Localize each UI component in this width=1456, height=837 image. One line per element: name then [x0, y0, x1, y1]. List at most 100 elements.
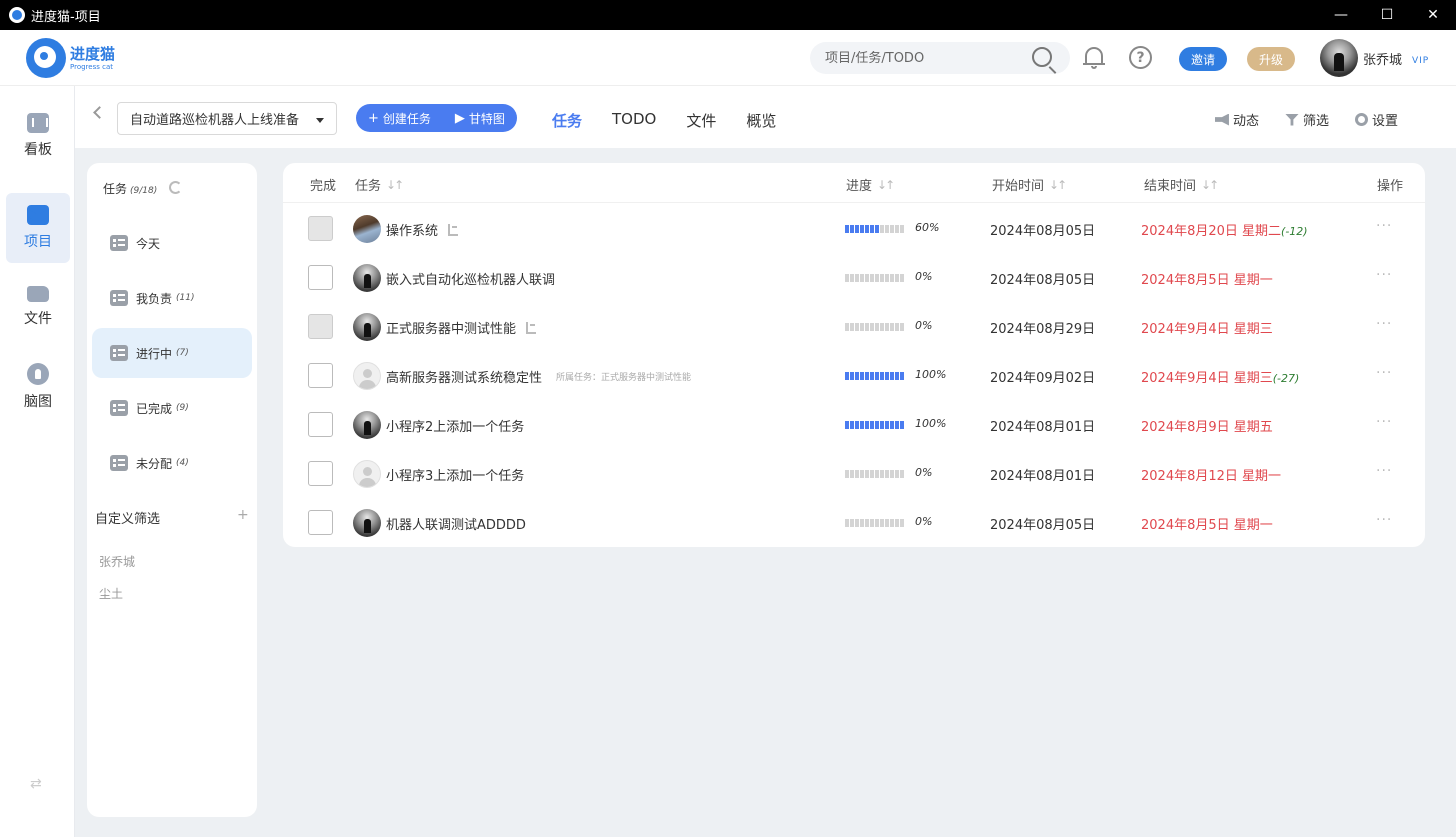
- progress-segment: [890, 372, 894, 380]
- toolbar-tools: 动态 筛选 设置: [1189, 110, 1398, 129]
- task-name[interactable]: 高新服务器测试系统稳定性 所属任务：正式服务器中测试性能: [386, 367, 691, 386]
- search-input[interactable]: [825, 50, 1025, 66]
- task-name[interactable]: 操作系统: [386, 220, 459, 239]
- complete-checkbox[interactable]: [308, 363, 333, 388]
- more-actions-icon[interactable]: ···: [1376, 512, 1392, 528]
- complete-checkbox[interactable]: [308, 265, 333, 290]
- progress-segment: [900, 421, 904, 429]
- app-header: 进度猫 Progress cat ? 邀请 升级 张乔城 VIP: [0, 30, 1456, 86]
- complete-checkbox[interactable]: [308, 314, 333, 339]
- assignee-avatar[interactable]: [353, 362, 381, 390]
- assignee-avatar[interactable]: [353, 264, 381, 292]
- filter-button[interactable]: 筛选: [1284, 110, 1329, 129]
- header-task[interactable]: 任务 ↓↑: [355, 175, 404, 195]
- progress-segment: [875, 519, 879, 527]
- rail-item-label: 文件: [24, 311, 52, 327]
- checklist-icon: [110, 400, 128, 416]
- progress-cell: 100%: [845, 368, 946, 381]
- project-select[interactable]: 自动道路巡检机器人上线准备: [117, 102, 337, 135]
- progress-segment: [880, 225, 884, 233]
- table-row[interactable]: 小程序2上添加一个任务 100% 2024年08月01日 2024年8月9日 星期五 ·…: [283, 400, 1425, 449]
- progress-segment: [845, 470, 849, 478]
- assignee-avatar[interactable]: [353, 215, 381, 243]
- progress-segment: [890, 323, 894, 331]
- complete-checkbox[interactable]: [308, 412, 333, 437]
- tab-tasks[interactable]: 任务: [552, 110, 582, 131]
- filter-item-mine[interactable]: 我负责 (11): [92, 273, 252, 323]
- filter-item-today[interactable]: 今天: [92, 218, 252, 268]
- tab-overview[interactable]: 概览: [746, 110, 776, 131]
- table-row[interactable]: 嵌入式自动化巡检机器人联调 0% 2024年08月05日 2024年8月5日 星期一 ·…: [283, 253, 1425, 302]
- custom-filter-user[interactable]: 张乔城: [99, 553, 135, 570]
- task-name[interactable]: 嵌入式自动化巡检机器人联调: [386, 269, 555, 288]
- progress-segment: [865, 470, 869, 478]
- bell-icon[interactable]: [1082, 45, 1106, 71]
- rail-item-dashboard[interactable]: 看板: [6, 101, 70, 171]
- table-row[interactable]: 高新服务器测试系统稳定性 所属任务：正式服务器中测试性能 100% 2024年09月0…: [283, 351, 1425, 400]
- minimize-button[interactable]: —: [1318, 0, 1364, 30]
- rail-item-projects[interactable]: 项目: [6, 193, 70, 263]
- table-row[interactable]: 机器人联调测试ADDDD 0% 2024年08月05日 2024年8月5日 星期一 ··…: [283, 498, 1425, 547]
- refresh-icon[interactable]: [169, 181, 182, 194]
- complete-checkbox[interactable]: [308, 510, 333, 535]
- back-chevron-icon[interactable]: [93, 106, 106, 119]
- assignee-avatar[interactable]: [353, 313, 381, 341]
- search-icon[interactable]: [1032, 47, 1052, 67]
- end-date: 2024年8月12日 星期一: [1141, 469, 1282, 484]
- progress-segment: [865, 225, 869, 233]
- help-icon[interactable]: ?: [1129, 46, 1152, 69]
- more-actions-icon[interactable]: ···: [1376, 316, 1392, 332]
- create-task-button[interactable]: + 创建任务: [356, 104, 443, 132]
- close-button[interactable]: ✕: [1410, 0, 1456, 30]
- tab-todo[interactable]: TODO: [612, 110, 656, 131]
- task-name[interactable]: 正式服务器中测试性能: [386, 318, 537, 337]
- assignee-avatar[interactable]: [353, 509, 381, 537]
- user-name[interactable]: 张乔城: [1363, 49, 1402, 68]
- header-start[interactable]: 开始时间 ↓↑: [992, 175, 1067, 195]
- maximize-button[interactable]: ☐: [1364, 0, 1410, 30]
- header-end[interactable]: 结束时间 ↓↑: [1144, 175, 1219, 195]
- filter-item-completed[interactable]: 已完成 (9): [92, 383, 252, 433]
- swap-icon[interactable]: ⇄: [30, 776, 42, 792]
- header-progress[interactable]: 进度 ↓↑: [846, 175, 895, 195]
- rail-item-label: 脑图: [24, 394, 52, 410]
- more-actions-icon[interactable]: ···: [1376, 365, 1392, 381]
- rail-item-label: 看板: [24, 142, 52, 158]
- end-date: 2024年8月9日 星期五: [1141, 420, 1273, 435]
- table-row[interactable]: 正式服务器中测试性能 0% 2024年08月29日 2024年9月4日 星期三 ···: [283, 302, 1425, 351]
- more-actions-icon[interactable]: ···: [1376, 218, 1392, 234]
- complete-checkbox[interactable]: [308, 461, 333, 486]
- assignee-avatar[interactable]: [353, 411, 381, 439]
- progress-segment: [900, 372, 904, 380]
- rail-item-mindmap[interactable]: 脑图: [6, 352, 70, 422]
- more-actions-icon[interactable]: ···: [1376, 463, 1392, 479]
- user-avatar[interactable]: [1320, 39, 1358, 77]
- upgrade-button[interactable]: 升级: [1247, 47, 1295, 71]
- gantt-button[interactable]: ▶ 甘特图: [443, 104, 517, 132]
- progress-segment: [855, 274, 859, 282]
- progress-segment: [850, 421, 854, 429]
- task-name[interactable]: 小程序3上添加一个任务: [386, 465, 524, 484]
- logo[interactable]: 进度猫 Progress cat: [26, 38, 115, 78]
- task-name[interactable]: 小程序2上添加一个任务: [386, 416, 524, 435]
- progress-segment: [865, 372, 869, 380]
- tab-files[interactable]: 文件: [686, 110, 716, 131]
- more-actions-icon[interactable]: ···: [1376, 414, 1392, 430]
- complete-checkbox[interactable]: [308, 216, 333, 241]
- progress-segment: [880, 274, 884, 282]
- invite-button[interactable]: 邀请: [1179, 47, 1227, 71]
- table-row[interactable]: 小程序3上添加一个任务 0% 2024年08月01日 2024年8月12日 星期一 ··…: [283, 449, 1425, 498]
- activity-button[interactable]: 动态: [1214, 110, 1259, 129]
- rail-item-files[interactable]: 文件: [6, 272, 70, 342]
- more-actions-icon[interactable]: ···: [1376, 267, 1392, 283]
- task-name[interactable]: 机器人联调测试ADDDD: [386, 514, 526, 533]
- table-row[interactable]: 操作系统 60% 2024年08月05日 2024年8月20日 星期二(-12) ···: [283, 204, 1425, 253]
- filter-item-unassigned[interactable]: 未分配 (4): [92, 438, 252, 488]
- progress-segment: [860, 274, 864, 282]
- progress-segment: [880, 519, 884, 527]
- settings-button[interactable]: 设置: [1354, 110, 1398, 129]
- filter-item-in-progress[interactable]: 进行中 (7): [92, 328, 252, 378]
- assignee-avatar[interactable]: [353, 460, 381, 488]
- add-filter-icon[interactable]: +: [237, 507, 249, 523]
- custom-filter-user[interactable]: 尘土: [99, 585, 123, 602]
